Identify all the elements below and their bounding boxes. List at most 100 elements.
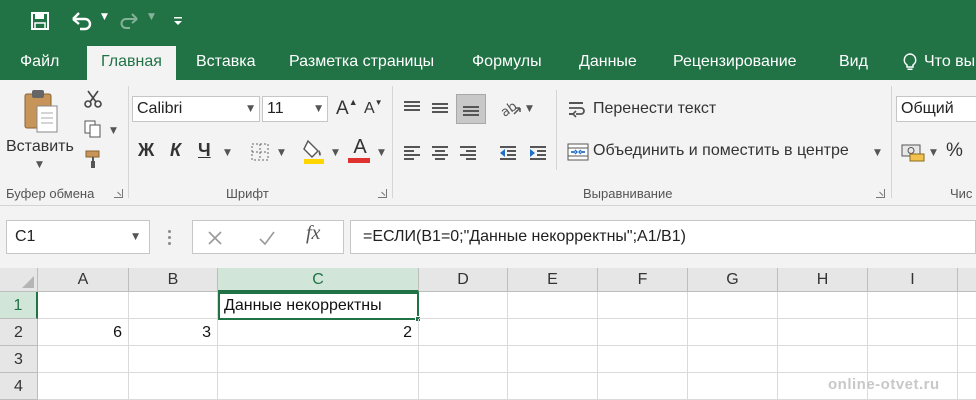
name-box[interactable]: C1 ▼ <box>6 220 150 254</box>
cell-e3[interactable] <box>508 346 598 373</box>
cell-h2[interactable] <box>778 319 868 346</box>
increase-indent-icon[interactable] <box>526 140 550 164</box>
merge-dropdown-icon[interactable]: ▼ <box>874 148 881 158</box>
font-size-select[interactable]: 11 ▼ <box>262 96 328 122</box>
font-name-select[interactable]: Calibri ▼ <box>132 96 260 122</box>
align-bottom-icon[interactable] <box>456 94 486 124</box>
formula-bar-grip[interactable] <box>168 230 172 246</box>
align-middle-icon[interactable] <box>428 96 452 120</box>
underline-dropdown-icon[interactable]: ▼ <box>224 148 231 158</box>
cell-b2[interactable]: 3 <box>129 319 218 346</box>
shrink-font-button[interactable]: A▼ <box>364 98 383 118</box>
borders-dropdown-icon[interactable]: ▼ <box>278 148 285 158</box>
cell-f3[interactable] <box>598 346 688 373</box>
cell-h1[interactable] <box>778 292 868 319</box>
orientation-dropdown-icon[interactable]: ▼ <box>526 104 533 114</box>
column-header-i[interactable]: I <box>868 268 958 292</box>
fill-color-icon[interactable] <box>300 136 328 166</box>
italic-button[interactable]: К <box>170 140 181 161</box>
paste-icon[interactable] <box>18 86 64 138</box>
tab-review[interactable]: Рецензирование <box>673 44 797 80</box>
cell-g2[interactable] <box>688 319 778 346</box>
cell-i2[interactable] <box>868 319 958 346</box>
cell-b4[interactable] <box>129 373 218 400</box>
tab-formulas[interactable]: Формулы <box>472 44 542 80</box>
column-header-f[interactable]: F <box>598 268 688 292</box>
cell-a1[interactable] <box>38 292 129 319</box>
cell-f1[interactable] <box>598 292 688 319</box>
merge-center-button[interactable]: Объединить и поместить в центре <box>593 142 849 160</box>
clipboard-launcher-icon[interactable] <box>114 189 123 198</box>
cell-d3[interactable] <box>419 346 508 373</box>
cell-b3[interactable] <box>129 346 218 373</box>
cell-j1[interactable] <box>958 292 976 319</box>
cell-j3[interactable] <box>958 346 976 373</box>
fill-color-dropdown-icon[interactable]: ▼ <box>332 148 339 158</box>
cell-i3[interactable] <box>868 346 958 373</box>
cell-d2[interactable] <box>419 319 508 346</box>
cell-g1[interactable] <box>688 292 778 319</box>
cell-j2[interactable] <box>958 319 976 346</box>
wrap-text-button[interactable]: Перенести текст <box>593 100 716 118</box>
column-header-h[interactable]: H <box>778 268 868 292</box>
number-format-select[interactable]: Общий <box>896 96 976 122</box>
cell-f2[interactable] <box>598 319 688 346</box>
percent-button[interactable]: % <box>946 140 963 162</box>
redo-icon[interactable] <box>116 7 142 35</box>
cancel-icon[interactable] <box>204 228 226 248</box>
cell-a4[interactable] <box>38 373 129 400</box>
undo-icon[interactable] <box>66 7 98 35</box>
customize-qat-icon[interactable] <box>170 7 186 35</box>
cell-f4[interactable] <box>598 373 688 400</box>
tab-view[interactable]: Вид <box>839 44 868 80</box>
enter-icon[interactable] <box>256 228 278 248</box>
tab-file[interactable]: Файл <box>20 44 59 80</box>
select-all-button[interactable] <box>0 268 38 292</box>
currency-icon[interactable] <box>900 140 926 164</box>
paste-dropdown-icon[interactable]: ▼ <box>36 160 43 170</box>
bold-button[interactable]: Ж <box>138 140 154 161</box>
tell-me-search[interactable]: Что вы <box>924 44 975 80</box>
cell-j4[interactable] <box>958 373 976 400</box>
copy-dropdown-icon[interactable]: ▼ <box>110 126 117 136</box>
cell-g4[interactable] <box>688 373 778 400</box>
formula-input[interactable]: =ЕСЛИ(B1=0;"Данные некорректны";A1/B1) <box>350 220 976 254</box>
insert-function-icon[interactable]: fx <box>306 222 320 245</box>
cell-d1[interactable] <box>419 292 508 319</box>
tab-insert[interactable]: Вставка <box>196 44 255 80</box>
column-header-d[interactable]: D <box>419 268 508 292</box>
currency-dropdown-icon[interactable]: ▼ <box>930 148 937 158</box>
tab-data[interactable]: Данные <box>579 44 637 80</box>
decrease-indent-icon[interactable] <box>496 140 520 164</box>
align-top-icon[interactable] <box>400 96 424 120</box>
font-launcher-icon[interactable] <box>378 189 387 198</box>
copy-icon[interactable] <box>82 118 104 140</box>
cell-g3[interactable] <box>688 346 778 373</box>
lightbulb-icon[interactable] <box>900 52 920 72</box>
cell-h3[interactable] <box>778 346 868 373</box>
align-left-icon[interactable] <box>400 140 424 164</box>
paste-label[interactable]: Вставить <box>6 138 74 156</box>
redo-dropdown-icon[interactable]: ▼ <box>148 12 155 22</box>
row-header-2[interactable]: 2 <box>0 319 38 346</box>
cell-b1[interactable] <box>129 292 218 319</box>
row-header-1[interactable]: 1 <box>0 292 38 319</box>
row-header-4[interactable]: 4 <box>0 373 38 400</box>
cell-e1[interactable] <box>508 292 598 319</box>
cell-e4[interactable] <box>508 373 598 400</box>
cell-a2[interactable]: 6 <box>38 319 129 346</box>
merge-icon[interactable] <box>566 140 590 164</box>
cut-icon[interactable] <box>82 88 104 110</box>
tab-home[interactable]: Главная <box>87 46 176 80</box>
cell-c3[interactable] <box>218 346 419 373</box>
column-header-g[interactable]: G <box>688 268 778 292</box>
column-header-a[interactable]: A <box>38 268 129 292</box>
cell-d4[interactable] <box>419 373 508 400</box>
cell-e2[interactable] <box>508 319 598 346</box>
column-header-j[interactable] <box>958 268 976 292</box>
column-header-b[interactable]: B <box>129 268 218 292</box>
row-header-3[interactable]: 3 <box>0 346 38 373</box>
cell-i1[interactable] <box>868 292 958 319</box>
borders-icon[interactable] <box>248 140 272 164</box>
font-color-dropdown-icon[interactable]: ▼ <box>378 148 385 158</box>
